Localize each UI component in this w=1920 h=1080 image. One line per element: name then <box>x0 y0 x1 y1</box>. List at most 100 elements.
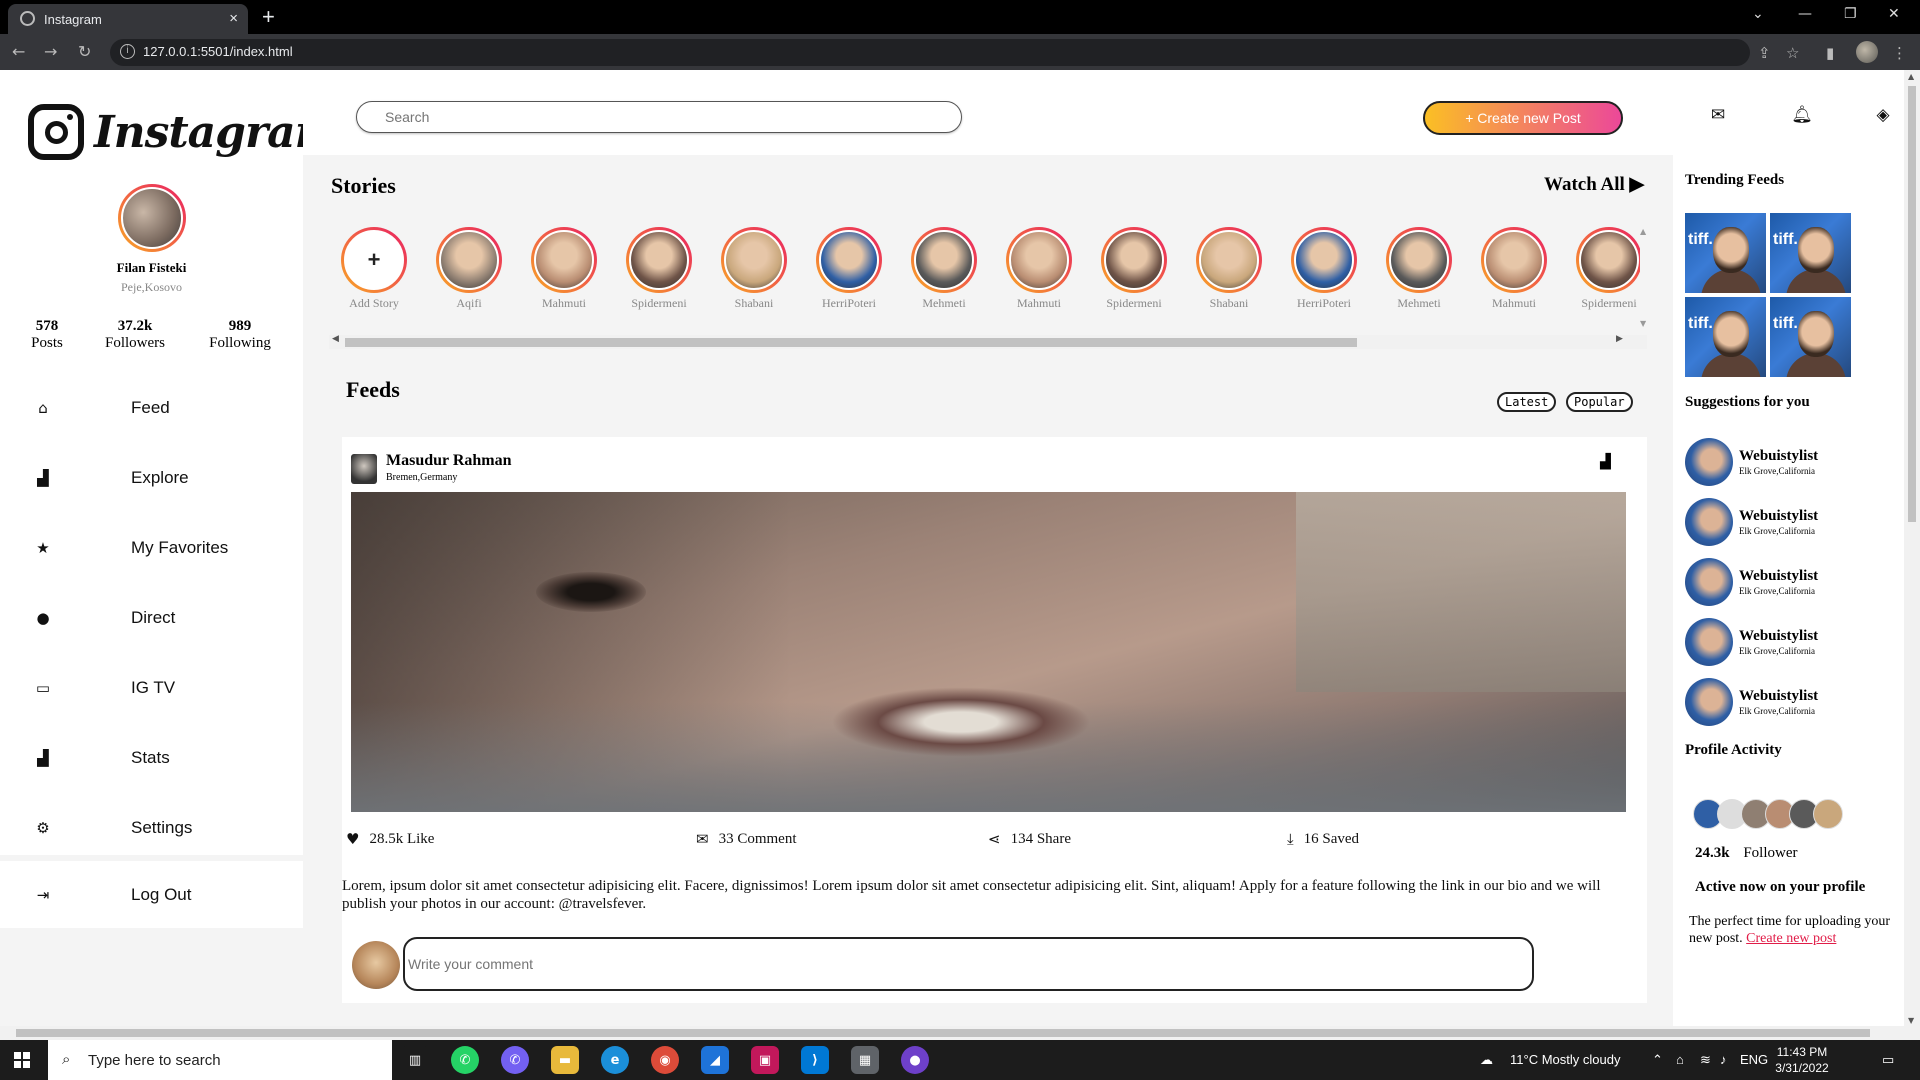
bar-chart-icon[interactable]: ▟ <box>1600 454 1611 470</box>
filter-latest-button[interactable]: Latest <box>1497 392 1557 412</box>
side-panel-icon[interactable]: ▮ <box>1826 44 1834 62</box>
minimize-button[interactable]: — <box>1798 6 1812 22</box>
tab-search-icon[interactable]: ⌄ <box>1752 6 1764 22</box>
logout-button[interactable]: ⇥ Log Out <box>0 875 303 915</box>
omnibox[interactable]: i 127.0.0.1:5501/index.html <box>110 39 1750 66</box>
sidebar-item-favorites[interactable]: ★ My Favorites <box>0 528 303 568</box>
menu-dots-icon[interactable]: ⋮ <box>1892 44 1907 62</box>
trending-item[interactable]: tiff. <box>1770 297 1851 377</box>
create-post-link[interactable]: Create new post <box>1746 931 1836 946</box>
forward-icon[interactable]: → <box>44 42 57 61</box>
page-vertical-scrollbar[interactable]: ▲ ▼ <box>1904 70 1920 1028</box>
scrollbar-thumb[interactable] <box>16 1029 1870 1037</box>
share-page-icon[interactable]: ⇪ <box>1758 44 1771 62</box>
page-horizontal-scrollbar[interactable] <box>0 1026 1920 1040</box>
windows-start-icon[interactable] <box>14 1052 30 1068</box>
comment-button[interactable]: ✉ 33 Comment <box>696 830 797 848</box>
story-item[interactable]: Mahmuti <box>999 227 1079 311</box>
bookmark-star-icon[interactable]: ☆ <box>1786 44 1799 62</box>
post-author[interactable]: Masudur Rahman <box>386 452 512 470</box>
notifications-icon[interactable]: ▭ <box>1882 1052 1894 1068</box>
story-item[interactable]: Aqifi <box>429 227 509 311</box>
scroll-up-icon[interactable]: ▲ <box>1640 227 1646 236</box>
comment-input[interactable] <box>403 937 1534 991</box>
scroll-up-icon[interactable]: ▲ <box>1908 72 1914 81</box>
like-button[interactable]: ♥ 28.5k Like <box>346 830 434 848</box>
volume-icon[interactable]: ♪ <box>1720 1052 1727 1067</box>
story-item[interactable]: Mehmeti <box>904 227 984 311</box>
close-window-button[interactable]: ✕ <box>1888 6 1900 22</box>
search-input[interactable] <box>356 101 962 133</box>
story-item[interactable]: Spidermeni <box>1094 227 1174 311</box>
add-story-button[interactable]: + Add Story <box>334 227 414 311</box>
author-avatar[interactable] <box>351 454 377 484</box>
story-item[interactable]: Spidermeni <box>619 227 699 311</box>
scrollbar-thumb[interactable] <box>1908 86 1916 522</box>
instagram-logo[interactable]: Instagram <box>28 102 341 162</box>
bell-icon[interactable]: 🔔︎ <box>1787 100 1817 130</box>
trending-item[interactable]: tiff. <box>1685 297 1766 377</box>
trending-item[interactable]: tiff. <box>1685 213 1766 293</box>
create-post-button[interactable]: + Create new Post <box>1423 101 1623 135</box>
sidebar-item-direct[interactable]: ● Direct <box>0 598 303 638</box>
profile-avatar-icon[interactable] <box>1856 41 1878 63</box>
post-image[interactable] <box>351 492 1626 812</box>
suggestion-item[interactable]: Webuistylist Elk Grove,California <box>1685 678 1900 728</box>
vscode-icon[interactable]: ⟩ <box>801 1046 829 1074</box>
story-item[interactable]: Mehmeti <box>1379 227 1459 311</box>
calculator-icon[interactable]: ▦ <box>851 1046 879 1074</box>
sidebar-item-igtv[interactable]: ▭ IG TV <box>0 668 303 708</box>
story-item[interactable]: Shabani <box>1189 227 1269 311</box>
taskbar-search[interactable]: ⌕ Type here to search <box>48 1040 392 1080</box>
wifi-icon[interactable]: ≋ <box>1700 1052 1711 1068</box>
chrome-icon[interactable]: ◉ <box>651 1046 679 1074</box>
restore-button[interactable]: ❐ <box>1844 6 1857 22</box>
info-icon[interactable]: i <box>120 44 135 59</box>
scroll-down-icon[interactable]: ▼ <box>1908 1016 1914 1025</box>
browser-tab[interactable]: Instagram × <box>8 4 248 34</box>
story-item[interactable]: Shabani <box>714 227 794 311</box>
jetbrains-icon[interactable]: ▣ <box>751 1046 779 1074</box>
suggestion-item[interactable]: Webuistylist Elk Grove,California <box>1685 498 1900 548</box>
whatsapp-icon[interactable]: ✆ <box>451 1046 479 1074</box>
scrollbar-thumb[interactable] <box>345 338 1357 347</box>
app-icon[interactable]: ◢ <box>701 1046 729 1074</box>
suggestion-item[interactable]: Webuistylist Elk Grove,California <box>1685 558 1900 608</box>
filter-popular-button[interactable]: Popular <box>1566 392 1633 412</box>
weather-icon[interactable]: ☁ <box>1480 1052 1493 1068</box>
story-item[interactable]: Mahmuti <box>524 227 604 311</box>
share-button[interactable]: ⋖ 134 Share <box>988 830 1071 848</box>
tab-close-icon[interactable]: × <box>229 10 238 27</box>
watch-all-link[interactable]: Watch All ▶ <box>1544 173 1644 196</box>
network-icon[interactable]: ⌂ <box>1676 1052 1684 1067</box>
sidebar-item-stats[interactable]: ▟ Stats <box>0 738 303 778</box>
file-explorer-icon[interactable]: ▬ <box>551 1046 579 1074</box>
avatar[interactable] <box>1813 799 1843 829</box>
github-icon[interactable]: ● <box>901 1046 929 1074</box>
sidebar-item-feed[interactable]: ⌂ Feed <box>0 388 303 428</box>
scroll-left-icon[interactable]: ◀ <box>332 334 339 344</box>
sidebar-item-settings[interactable]: ⚙ Settings <box>0 808 303 848</box>
back-icon[interactable]: ← <box>12 42 25 61</box>
story-item[interactable]: HerriPoteri <box>809 227 889 311</box>
edge-icon[interactable]: e <box>601 1046 629 1074</box>
story-item[interactable]: Spidermeni <box>1569 227 1640 311</box>
suggestion-item[interactable]: Webuistylist Elk Grove,California <box>1685 438 1900 488</box>
save-button[interactable]: ⤓ 16 Saved <box>1287 830 1359 848</box>
stories-horizontal-scrollbar[interactable]: ◀ ▶ <box>329 334 1647 349</box>
layers-icon[interactable]: ◈ <box>1868 100 1898 130</box>
envelope-icon[interactable]: ✉ <box>1703 100 1733 130</box>
viber-icon[interactable]: ✆ <box>501 1046 529 1074</box>
story-item[interactable]: Mahmuti <box>1474 227 1554 311</box>
reload-icon[interactable]: ↻ <box>78 42 91 61</box>
profile-avatar[interactable] <box>118 184 186 252</box>
tray-chevron-icon[interactable]: ⌃ <box>1652 1052 1663 1068</box>
weather-text[interactable]: 11°C Mostly cloudy <box>1510 1052 1620 1067</box>
taskbar-clock[interactable]: 11:43 PM 3/31/2022 <box>1762 1044 1842 1076</box>
sidebar-item-explore[interactable]: ▟ Explore <box>0 458 303 498</box>
scroll-down-icon[interactable]: ▼ <box>1640 319 1646 328</box>
suggestion-item[interactable]: Webuistylist Elk Grove,California <box>1685 618 1900 668</box>
task-view-icon[interactable]: ▥ <box>401 1046 429 1074</box>
stories-scrollbar[interactable]: ▲ ▼ <box>1640 227 1650 331</box>
trending-item[interactable]: tiff. <box>1770 213 1851 293</box>
